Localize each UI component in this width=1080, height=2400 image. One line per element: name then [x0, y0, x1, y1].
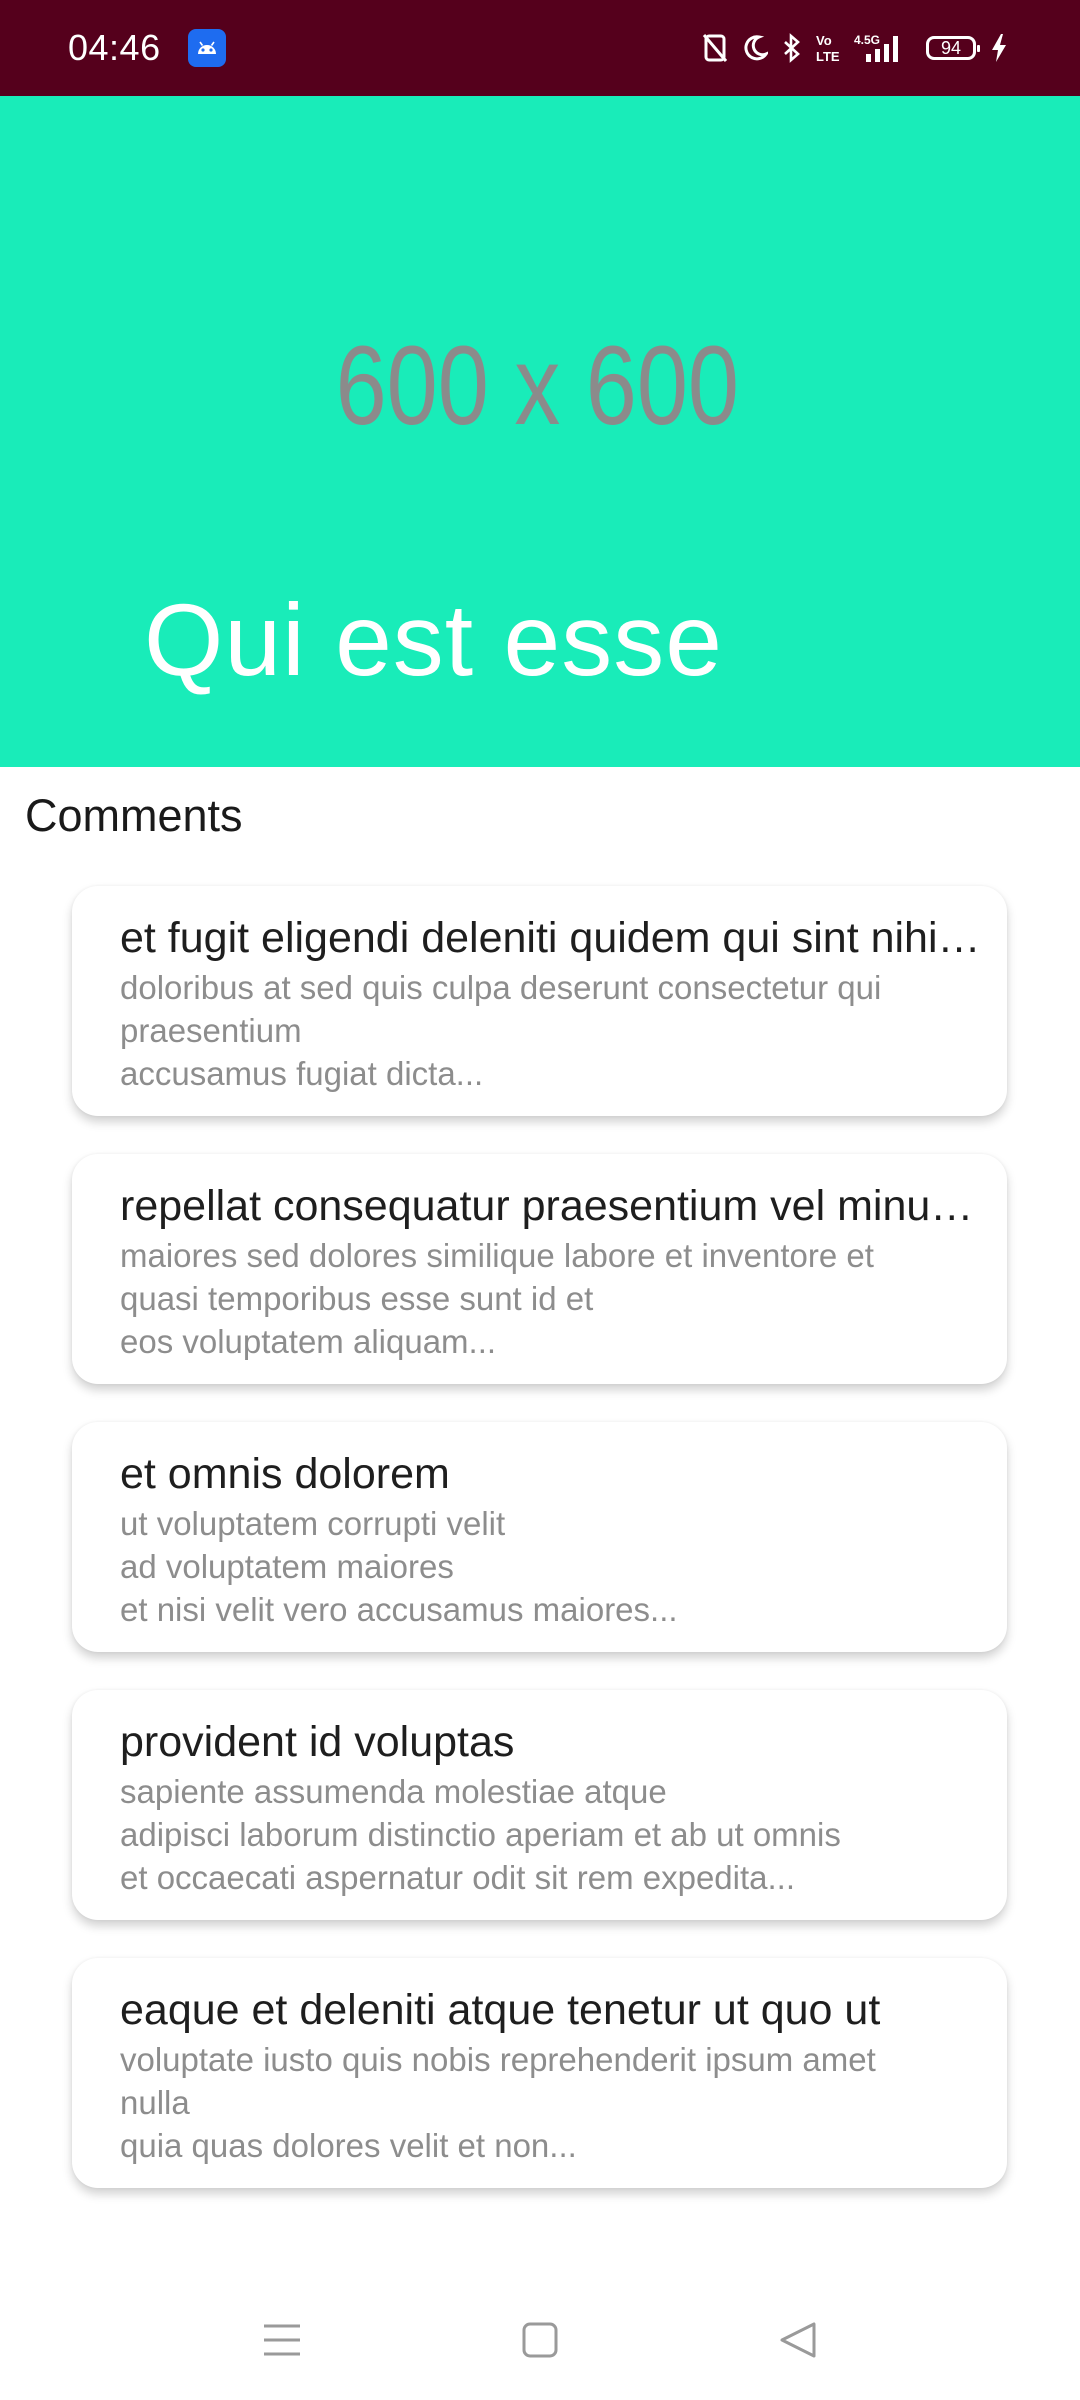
status-bar: 04:46 Vo LTE 4.5G 94	[0, 0, 1080, 96]
volte-icon: Vo LTE	[816, 32, 840, 64]
system-nav-bar	[0, 2280, 1080, 2400]
svg-text:4.5G: 4.5G	[854, 33, 880, 47]
comments-list: et fugit eligendi deleniti quidem qui si…	[72, 886, 1007, 2226]
comment-body: doloribus at sed quis culpa deserunt con…	[120, 969, 882, 1092]
charging-icon	[990, 33, 1008, 63]
status-time: 04:46	[68, 27, 161, 68]
comment-card[interactable]: repellat consequatur praesentium vel min…	[72, 1154, 1007, 1384]
comment-title: provident id voluptas	[120, 1718, 515, 1766]
bluetooth-icon	[782, 33, 802, 63]
placeholder-text: 600 x 600	[335, 323, 740, 448]
moon-icon	[742, 34, 768, 62]
comment-body: sapiente assumenda molestiae atque adipi…	[120, 1773, 841, 1896]
comment-title: repellat consequatur praesentium vel min…	[120, 1182, 982, 1230]
home-square-icon[interactable]	[510, 2310, 570, 2370]
comment-body: ut voluptatem corrupti velit ad voluptat…	[120, 1505, 678, 1628]
comment-card[interactable]: eaque et deleniti atque tenetur ut quo u…	[72, 1958, 1007, 2188]
comment-title: et omnis dolorem	[120, 1450, 450, 1498]
comment-body: voluptate iusto quis nobis reprehenderit…	[120, 2041, 876, 2164]
hero-image: 600 x 600 Qui est esse	[0, 96, 1080, 767]
comment-card[interactable]: et omnis dolorem ut voluptatem corrupti …	[72, 1422, 1007, 1652]
status-icons: Vo LTE 4.5G 94	[702, 26, 1008, 70]
battery-level: 94	[940, 37, 962, 58]
back-triangle-icon[interactable]	[768, 2310, 828, 2370]
menu-icon[interactable]	[252, 2310, 312, 2370]
signal-4g-icon: 4.5G	[854, 32, 912, 64]
svg-text:Vo: Vo	[816, 33, 832, 48]
svg-text:LTE: LTE	[816, 49, 840, 64]
android-app-icon	[188, 29, 226, 67]
comments-heading: Comments	[25, 790, 243, 841]
comment-card[interactable]: provident id voluptas sapiente assumenda…	[72, 1690, 1007, 1920]
comment-body: maiores sed dolores similique labore et …	[120, 1237, 874, 1360]
battery-icon: 94	[926, 36, 980, 60]
nfc-off-icon	[702, 33, 728, 63]
comment-title: eaque et deleniti atque tenetur ut quo u…	[120, 1986, 881, 2034]
comment-title: et fugit eligendi deleniti quidem qui si…	[120, 914, 982, 962]
post-title: Qui est esse	[144, 583, 723, 697]
comment-card[interactable]: et fugit eligendi deleniti quidem qui si…	[72, 886, 1007, 1116]
